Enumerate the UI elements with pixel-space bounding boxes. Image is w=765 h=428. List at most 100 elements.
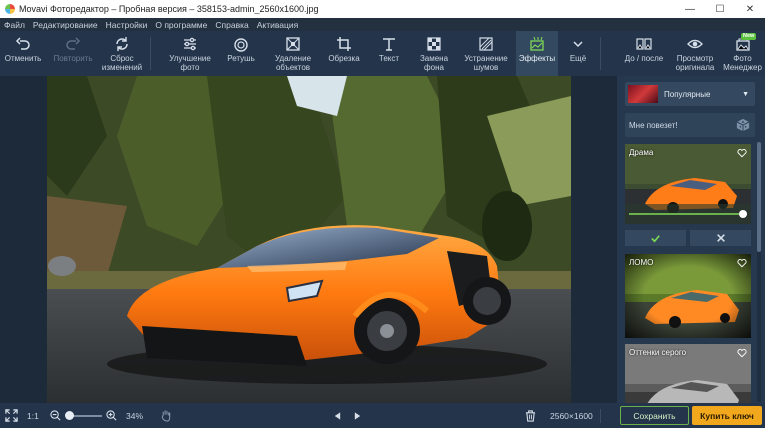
crop-icon <box>337 37 351 51</box>
preset-selected-label: Популярные <box>664 89 711 99</box>
preset-category-dropdown[interactable]: Популярные ▼ <box>625 82 755 106</box>
next-image-button[interactable] <box>353 403 362 428</box>
hand-tool-button[interactable] <box>160 403 172 428</box>
zoom-in-icon <box>106 410 117 421</box>
checker-icon <box>427 37 441 51</box>
before-after-label: До / после <box>624 54 664 63</box>
effects-panel: Популярные ▼ Мне повезет! Драма ЛОМО Отт… <box>617 76 765 403</box>
text-label: Текст <box>378 54 400 63</box>
eye-icon <box>687 39 703 49</box>
effect-title-drama: Драма <box>629 148 654 157</box>
enhance-button[interactable]: Улучшение фото <box>162 31 218 76</box>
redo-icon <box>66 37 81 50</box>
denoise-button[interactable]: Устранение шумов <box>458 31 514 76</box>
delete-button[interactable] <box>525 403 536 428</box>
new-badge: New <box>741 33 757 40</box>
maximize-button[interactable]: ☐ <box>705 0 735 18</box>
panel-scrollbar[interactable] <box>757 142 761 402</box>
actual-size-label: 1:1 <box>27 410 39 421</box>
menu-edit[interactable]: Редактирование <box>33 20 98 30</box>
actual-size-button[interactable]: 1:1 <box>27 403 39 428</box>
chevron-down-icon: ▼ <box>742 90 749 98</box>
undo-label: Отменить <box>4 54 42 63</box>
intensity-slider[interactable] <box>629 208 747 220</box>
more-button[interactable]: Ещё <box>560 31 596 76</box>
undo-icon <box>15 37 30 50</box>
window-title: Movavi Фоторедактор – Пробная версия – 3… <box>19 4 319 14</box>
panel-scrollbar-thumb[interactable] <box>757 142 761 252</box>
menu-bar: Файл Редактирование Настройки О программ… <box>0 18 765 31</box>
crop-button[interactable]: Обрезка <box>322 31 366 76</box>
text-icon <box>383 38 395 51</box>
app-logo-icon <box>5 4 15 14</box>
denoise-label: Устранение шумов <box>464 54 508 72</box>
effects-button[interactable]: Эффекты <box>516 31 558 76</box>
effect-title-lomo: ЛОМО <box>629 258 654 267</box>
effect-card-grayscale[interactable]: Оттенки серого <box>625 344 751 403</box>
remove-objects-label: Удаление объектов <box>274 54 312 72</box>
zoom-in-button[interactable] <box>106 403 117 428</box>
remove-objects-button[interactable]: Удаление объектов <box>266 31 320 76</box>
menu-activation[interactable]: Активация <box>257 20 299 30</box>
image-size-label: 2560×1600 <box>550 410 593 421</box>
image-dimensions: 2560×1600 <box>550 403 593 428</box>
crop-label: Обрезка <box>328 54 360 63</box>
preset-thumbnail <box>628 85 658 103</box>
save-button[interactable]: Сохранить <box>620 406 689 425</box>
status-separator <box>600 403 601 428</box>
heart-icon[interactable] <box>737 148 747 158</box>
menu-about[interactable]: О программе <box>155 20 207 30</box>
toolbar-separator <box>600 37 601 70</box>
zoom-out-icon <box>50 410 61 421</box>
fullscreen-icon <box>5 409 18 422</box>
background-replace-button[interactable]: Замена фона <box>412 31 456 76</box>
menu-file[interactable]: Файл <box>4 20 25 30</box>
text-button[interactable]: Текст <box>368 31 410 76</box>
close-button[interactable]: ✕ <box>735 0 765 18</box>
chevron-down-icon <box>573 41 583 48</box>
zoom-out-button[interactable] <box>50 403 61 428</box>
effect-title-grayscale: Оттенки серого <box>629 348 687 357</box>
image-canvas[interactable] <box>0 76 617 403</box>
before-after-button[interactable]: До / после <box>618 31 670 76</box>
zoom-value: 34% <box>126 403 143 428</box>
buy-key-button[interactable]: Купить ключ <box>692 406 762 425</box>
effect-card-drama[interactable]: Драма <box>625 144 751 224</box>
cancel-effect-button[interactable] <box>690 230 751 246</box>
retouch-label: Ретушь <box>227 54 255 63</box>
heart-icon[interactable] <box>737 258 747 268</box>
title-bar: Movavi Фоторедактор – Пробная версия – 3… <box>0 0 765 18</box>
reset-button[interactable]: Сброс изменений <box>98 31 146 76</box>
app-window: Movavi Фоторедактор – Пробная версия – 3… <box>0 0 765 428</box>
view-original-label: Просмотр оригинала <box>675 54 715 72</box>
arrow-left-icon <box>334 411 341 420</box>
fit-to-screen-button[interactable] <box>5 403 18 428</box>
retouch-icon <box>234 38 248 52</box>
retouch-button[interactable]: Ретушь <box>220 31 262 76</box>
menu-settings[interactable]: Настройки <box>106 20 148 30</box>
undo-button[interactable]: Отменить <box>0 31 46 76</box>
previous-image-button[interactable] <box>333 403 342 428</box>
heart-icon[interactable] <box>737 348 747 358</box>
arrow-right-icon <box>354 411 361 420</box>
view-original-button[interactable]: Просмотр оригинала <box>672 31 718 76</box>
menu-help[interactable]: Справка <box>215 20 248 30</box>
redo-button[interactable]: Повторить <box>50 31 96 76</box>
photo-manager-button[interactable]: Фото Менеджер New <box>720 31 765 76</box>
reset-icon <box>116 37 128 51</box>
feeling-lucky-button[interactable]: Мне повезет! <box>625 113 755 137</box>
trash-icon <box>525 409 536 422</box>
hand-icon <box>161 410 171 422</box>
effect-card-lomo[interactable]: ЛОМО <box>625 254 751 338</box>
sliders-icon <box>184 37 196 51</box>
zoom-slider-knob[interactable] <box>65 411 74 420</box>
redo-label: Повторить <box>53 54 93 63</box>
noise-icon <box>479 37 493 51</box>
effects-icon <box>530 36 544 51</box>
minimize-button[interactable]: — <box>675 0 705 18</box>
reset-label: Сброс изменений <box>101 54 143 72</box>
background-replace-label: Замена фона <box>419 54 449 72</box>
effect-apply-controls <box>625 230 751 246</box>
zoom-percent-label: 34% <box>126 410 144 421</box>
apply-effect-button[interactable] <box>625 230 686 246</box>
